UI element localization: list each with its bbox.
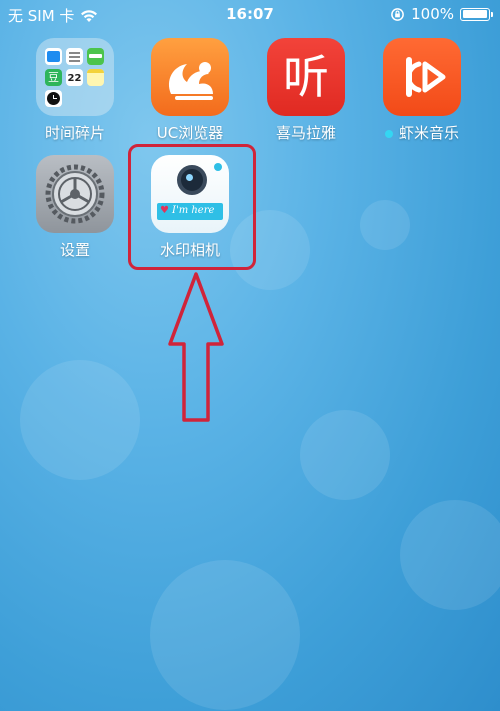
xiami-logo-icon <box>406 57 446 97</box>
app-label: 时间碎片 <box>44 124 105 142</box>
clock-app-mini-icon <box>45 90 62 107</box>
mail-app-mini-icon <box>45 48 62 65</box>
new-app-dot <box>384 129 393 138</box>
app-settings[interactable]: 设置 <box>25 155 125 260</box>
highlight-box <box>128 144 256 270</box>
squirrel-icon <box>168 62 213 100</box>
notes-app-mini-icon <box>87 69 104 86</box>
battery-icon <box>460 7 493 21</box>
up-arrow-icon <box>168 272 224 422</box>
app-label: 虾米音乐 <box>372 122 472 143</box>
reminders-app-mini-icon <box>66 48 83 65</box>
app-label: 设置 <box>59 241 90 259</box>
orientation-lock-icon <box>391 7 404 21</box>
ximalaya-icon: 听 <box>267 38 345 116</box>
app-label: UC浏览器 <box>156 124 224 142</box>
gear-icon <box>45 164 105 224</box>
uc-browser-icon <box>151 38 229 116</box>
app-label: 喜马拉雅 <box>275 124 336 142</box>
calendar-app-mini-icon: 22 <box>66 69 83 86</box>
folder-icon: 豆 22 <box>36 38 114 116</box>
battery-percent: 100% <box>411 5 454 23</box>
douban-app-mini-icon: 豆 <box>45 69 62 86</box>
app-uc-browser[interactable]: UC浏览器 <box>140 38 240 143</box>
settings-icon <box>36 155 114 233</box>
status-bar: 无 SIM 卡 16:07 100% <box>0 0 500 30</box>
app-ximalaya[interactable]: 听 喜马拉雅 <box>256 38 356 143</box>
app-folder-time-fragments[interactable]: 豆 22 时间碎片 <box>25 38 125 143</box>
ximalaya-glyph: 听 <box>283 50 329 104</box>
wallet-app-mini-icon <box>87 48 104 65</box>
xiami-music-icon <box>383 38 461 116</box>
app-xiami-music[interactable]: 虾米音乐 <box>372 38 472 143</box>
